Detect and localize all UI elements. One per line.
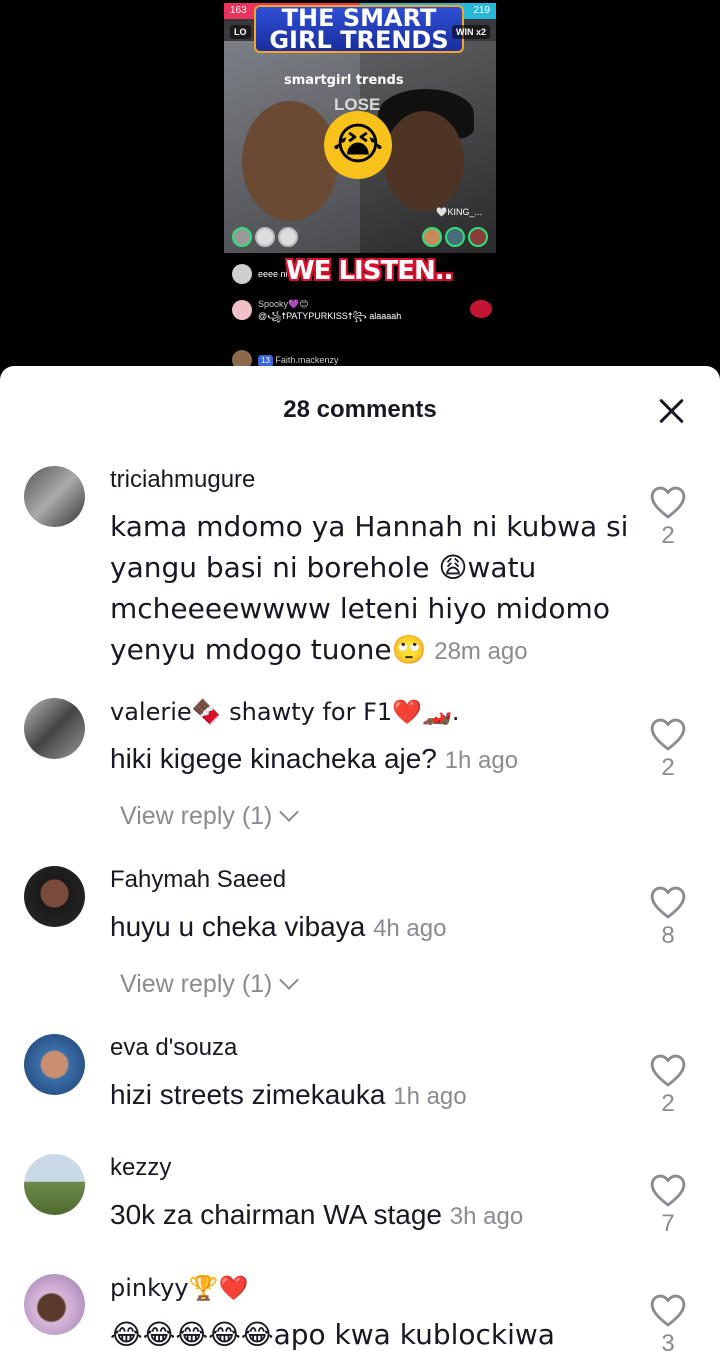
avatar — [468, 227, 488, 247]
chat-message: @꧁☨PATYPURKISS☨꧂ alaaaah — [258, 311, 402, 321]
comment-body: huyu u cheka vibaya 4h ago — [110, 906, 640, 949]
view-reply-label: View reply (1) — [120, 970, 273, 998]
avatar[interactable] — [24, 466, 85, 527]
avatar — [445, 227, 465, 247]
like-button[interactable]: 7 — [646, 1172, 690, 1238]
comment-username[interactable]: triciahmugure — [110, 466, 255, 494]
comment-body: kama mdomo ya Hannah ni kubwa si yangu b… — [110, 506, 640, 672]
supporters-right — [422, 227, 488, 247]
crying-emoji-icon: 😭 — [324, 111, 392, 179]
comment-time: 28m ago — [434, 638, 528, 665]
comment-username[interactable]: kezzy — [110, 1154, 171, 1182]
chevron-down-icon — [279, 802, 300, 822]
like-button[interactable]: 2 — [646, 484, 690, 550]
comments-count-title: 28 comments — [283, 396, 437, 423]
like-button[interactable]: 2 — [646, 716, 690, 782]
comment-text: huyu u cheka vibaya — [110, 911, 366, 942]
avatar[interactable] — [24, 1034, 85, 1095]
overlay-text: WE LISTEN.. — [286, 256, 453, 286]
chevron-down-icon — [279, 970, 300, 990]
heart-outline-icon — [650, 486, 686, 519]
heart-outline-icon — [650, 1054, 686, 1087]
chat-text: Spooky💜😊 @꧁☨PATYPURKISS☨꧂ alaaaah — [258, 298, 401, 322]
like-count: 8 — [661, 922, 675, 949]
win-tag: WIN x2 — [451, 25, 490, 39]
devil-emoji-icon — [470, 300, 492, 318]
comment-text: kama mdomo ya Hannah ni kubwa si yangu b… — [110, 510, 629, 666]
like-button[interactable]: 8 — [646, 884, 690, 950]
comment-text: 30k za chairman WA stage — [110, 1199, 443, 1230]
chat-text: 13 Faith.mackenzy — [258, 354, 338, 367]
comment-username[interactable]: eva d'souza — [110, 1034, 237, 1062]
live-chat-line: Spooky💜😊 @꧁☨PATYPURKISS☨꧂ alaaaah — [232, 298, 401, 322]
comment-text: 😂😂😂😂😂apo kwa kublockiwa — [110, 1318, 555, 1351]
live-title-banner: THE SMART GIRL TRENDS — [254, 5, 464, 53]
brand-label: smartgirl trends — [284, 73, 404, 88]
comment-text: hizi streets zimekauka — [110, 1079, 386, 1110]
host-face-right — [384, 111, 464, 211]
view-reply-button[interactable]: View reply (1) — [120, 970, 300, 999]
comment-body: hizi streets zimekauka 1h ago — [110, 1074, 640, 1117]
like-count: 3 — [661, 1330, 675, 1351]
like-count: 2 — [661, 522, 675, 549]
like-count: 2 — [661, 754, 675, 781]
comment-time: 1h ago — [444, 747, 519, 774]
comment-body: 30k za chairman WA stage 3h ago — [110, 1194, 640, 1237]
comment-time: 4h ago — [373, 915, 447, 942]
like-count: 7 — [661, 1210, 675, 1237]
comment-text: hiki kigege kinacheka aje? — [110, 743, 437, 774]
comment-body: 😂😂😂😂😂apo kwa kublockiwa — [110, 1314, 640, 1351]
comment-username[interactable]: valerie🍫 shawty for F1❤️🏎️. — [110, 698, 460, 726]
like-button[interactable]: 3 — [646, 1292, 690, 1351]
chat-nick: Spooky💜😊 — [258, 299, 309, 309]
close-icon[interactable] — [656, 396, 686, 426]
avatar — [232, 227, 252, 247]
guest-name-label: 🤍KING_... — [436, 207, 482, 217]
avatar — [278, 227, 298, 247]
comment-username[interactable]: pinkyy🏆❤️ — [110, 1274, 248, 1302]
avatar[interactable] — [24, 698, 85, 759]
video-player[interactable]: 163 219 THE SMART GIRL TRENDS LO WIN x2 … — [0, 0, 720, 380]
comments-header: 28 comments — [0, 366, 720, 454]
heart-outline-icon — [650, 1174, 686, 1207]
avatar — [422, 227, 442, 247]
like-button[interactable]: 2 — [646, 1052, 690, 1118]
live-chat-line: eeee ni — [232, 264, 288, 284]
avatar — [232, 300, 252, 320]
live-battle-frame: 163 219 THE SMART GIRL TRENDS LO WIN x2 … — [224, 3, 496, 253]
host-face-left — [242, 101, 338, 221]
heart-outline-icon — [650, 718, 686, 751]
like-count: 2 — [661, 1090, 675, 1117]
lose-tag: LO — [230, 25, 251, 39]
heart-outline-icon — [650, 886, 686, 919]
comment-body: hiki kigege kinacheka aje? 1h ago — [110, 738, 640, 781]
comment-time: 1h ago — [393, 1083, 467, 1110]
view-reply-button[interactable]: View reply (1) — [120, 802, 300, 831]
avatar — [255, 227, 275, 247]
avatar[interactable] — [24, 1274, 85, 1335]
comment-time: 3h ago — [449, 1203, 524, 1230]
heart-outline-icon — [650, 1294, 686, 1327]
comment-username[interactable]: Fahymah Saeed — [110, 866, 286, 894]
view-reply-label: View reply (1) — [120, 802, 273, 830]
supporters-left — [232, 227, 298, 247]
comments-sheet: 28 comments triciahmugure kama mdomo ya … — [0, 366, 720, 1351]
avatar[interactable] — [24, 866, 85, 927]
chat-nick: Faith.mackenzy — [275, 354, 339, 365]
level-badge: 13 — [258, 354, 273, 367]
avatar — [232, 264, 252, 284]
avatar[interactable] — [24, 1154, 85, 1215]
chat-text: eeee ni — [258, 269, 288, 279]
